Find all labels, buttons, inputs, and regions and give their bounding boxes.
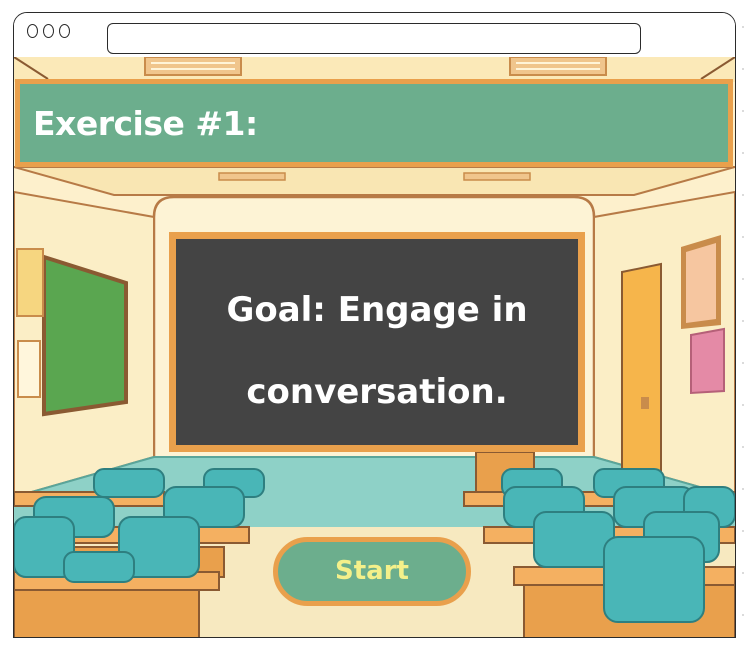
goal-text: Goal: Engage in conversation. — [176, 269, 578, 433]
minimize-icon[interactable] — [43, 24, 54, 38]
green-board — [42, 254, 128, 417]
wall-picture — [681, 235, 721, 329]
exercise-banner: Exercise #1: — [15, 79, 733, 167]
page: Exercise #1: Goal: Engage in conversatio… — [0, 0, 753, 651]
goal-line-1: Goal: Engage in — [226, 290, 528, 330]
maximize-icon[interactable] — [59, 24, 70, 38]
close-icon[interactable] — [27, 24, 38, 38]
goal-line-2: conversation. — [246, 372, 508, 412]
address-bar[interactable] — [107, 23, 641, 54]
exercise-title: Exercise #1: — [33, 104, 258, 143]
wall-picture — [690, 327, 725, 395]
title-bar — [14, 13, 735, 57]
ceiling-light — [144, 57, 242, 76]
browser-window: Exercise #1: Goal: Engage in conversatio… — [13, 12, 736, 638]
start-button[interactable]: Start — [273, 537, 471, 606]
chalkboard: Goal: Engage in conversation. — [169, 232, 585, 452]
door — [621, 262, 662, 484]
ceiling-light — [509, 57, 607, 76]
classroom-scene: Exercise #1: Goal: Engage in conversatio… — [14, 57, 735, 637]
